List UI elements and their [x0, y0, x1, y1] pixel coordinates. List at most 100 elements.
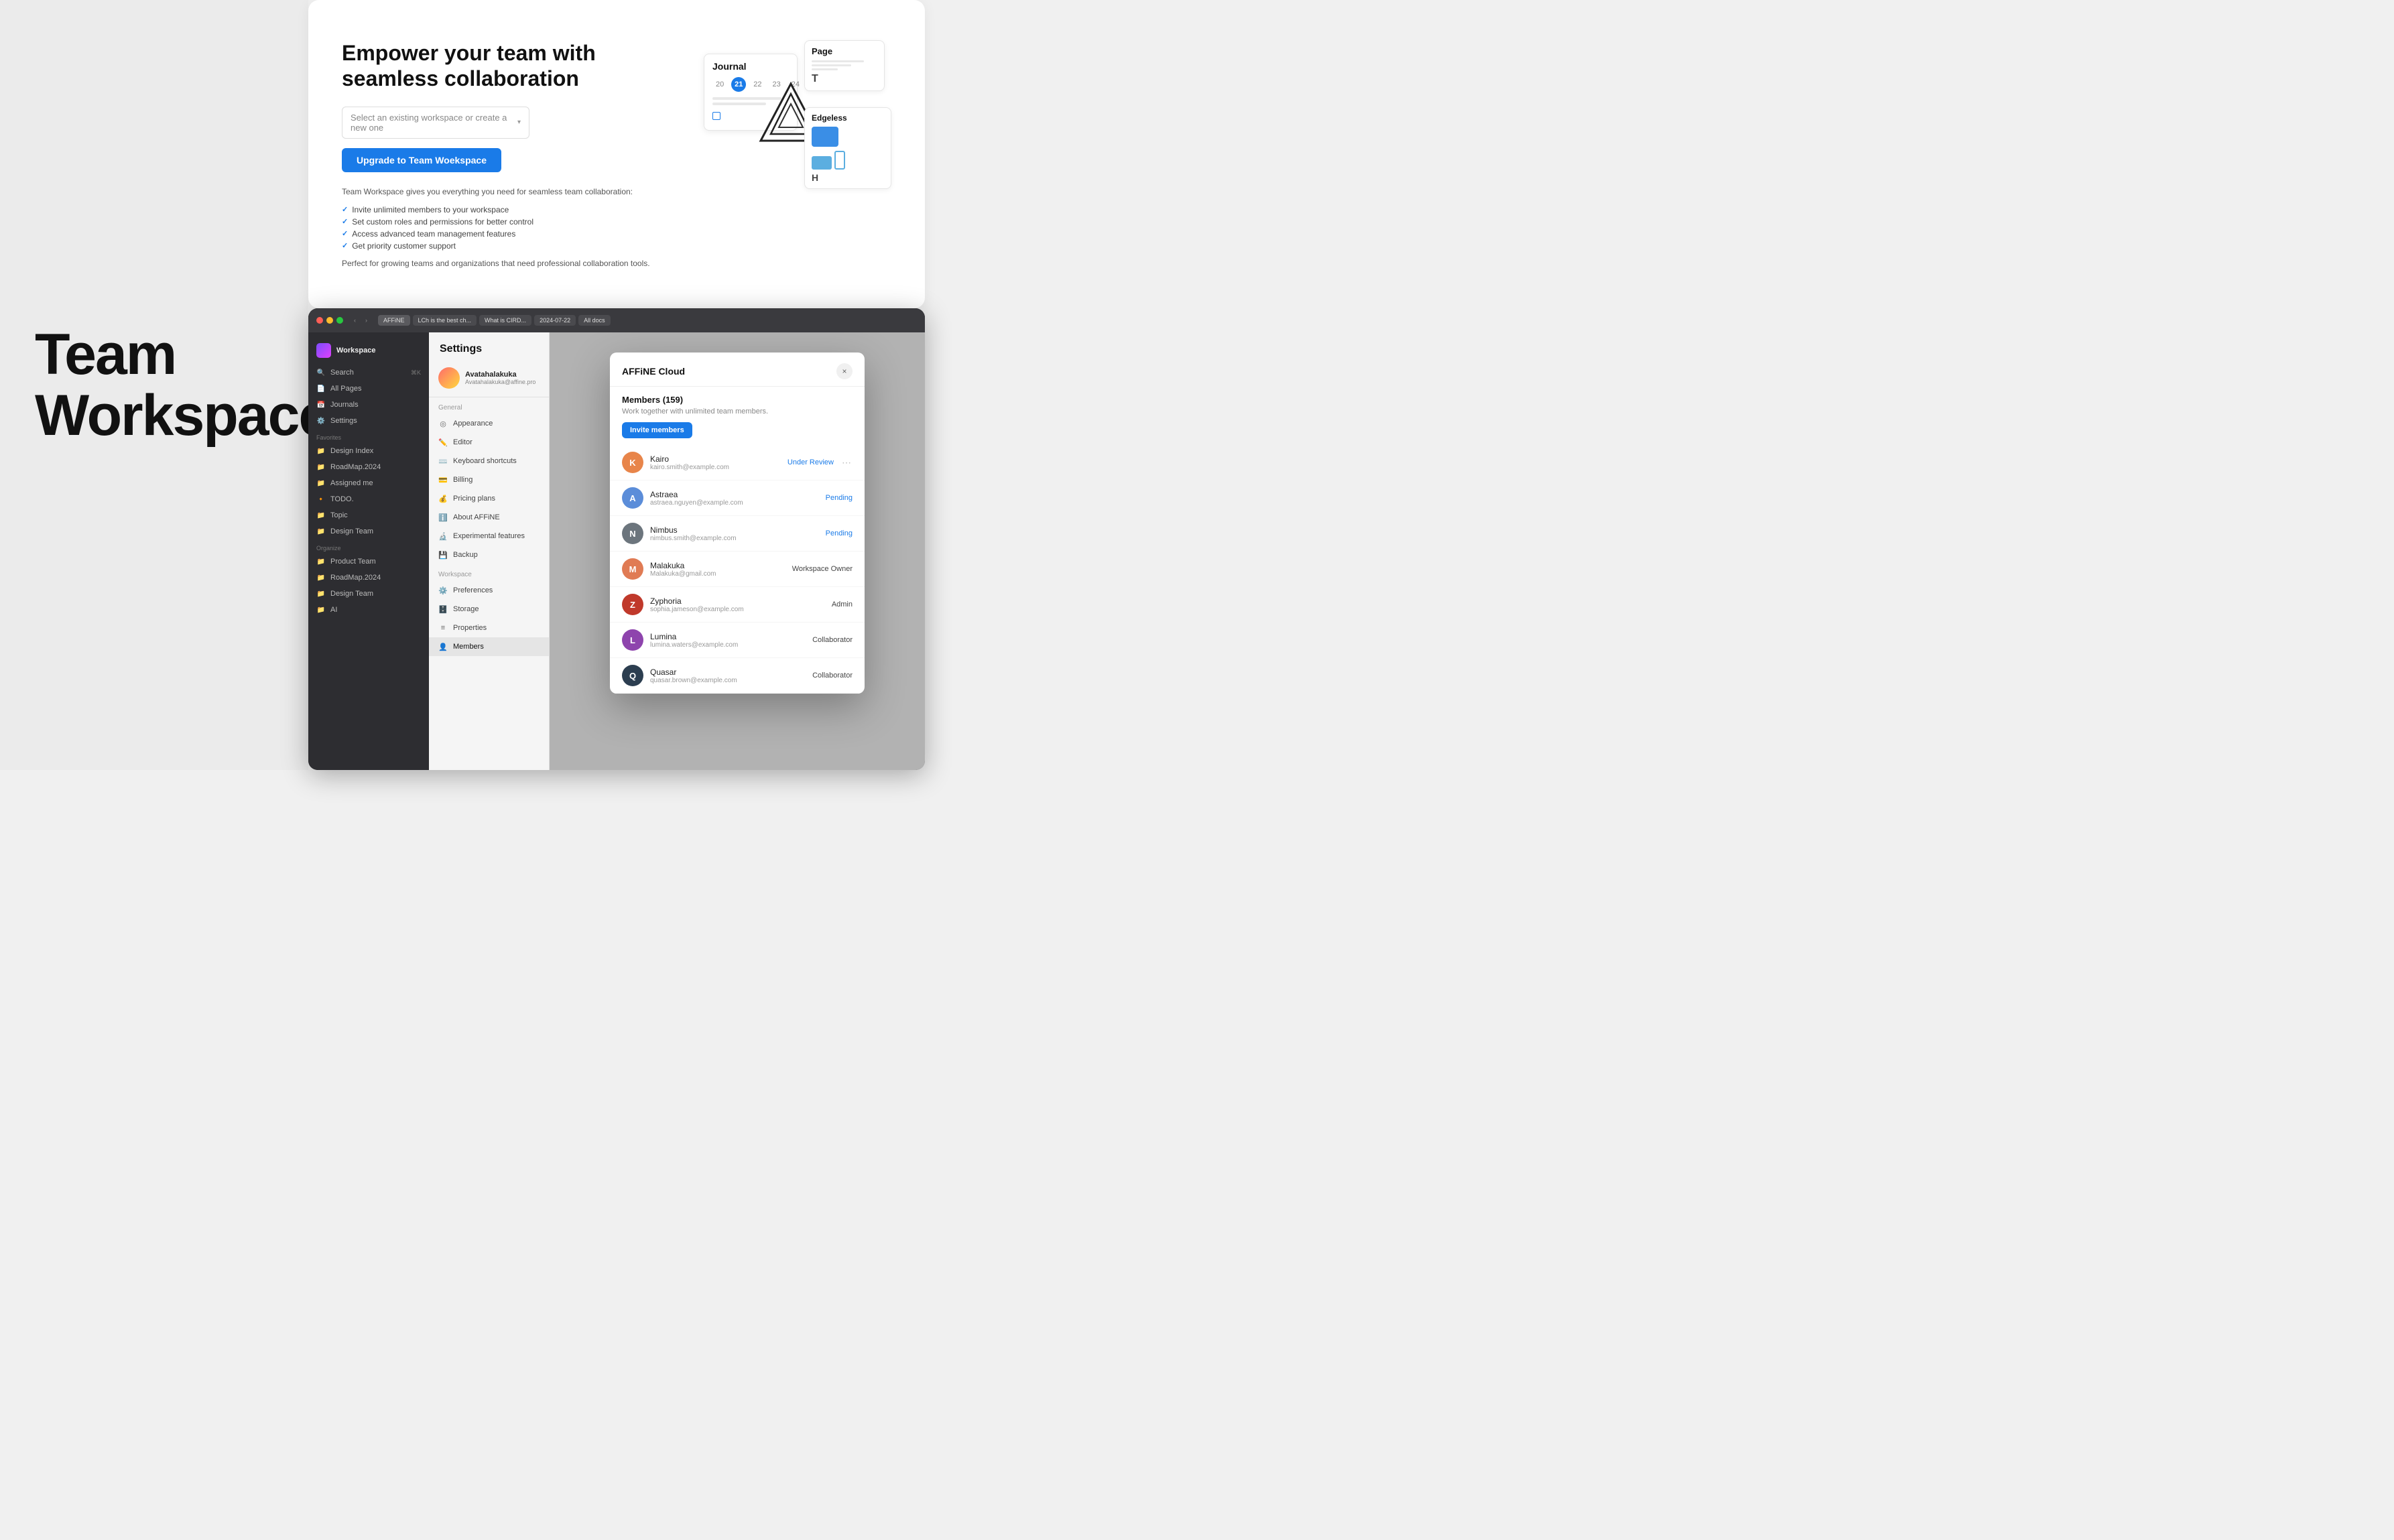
- page-deco-card: Page T: [804, 40, 885, 91]
- sidebar-item-design-team2[interactable]: 📁 Design Team: [308, 586, 429, 602]
- member-info: Zyphoria sophia.jameson@example.com: [650, 596, 825, 613]
- members-modal: AFFiNE Cloud × Members (159) Work togeth…: [610, 352, 865, 694]
- tab-lch[interactable]: LCh is the best ch...: [413, 315, 477, 326]
- member-name: Malakuka: [650, 561, 785, 570]
- settings-nav-pricing[interactable]: 💰 Pricing plans: [429, 489, 549, 508]
- sidebar-item-todo[interactable]: 🔸 TODO.: [308, 491, 429, 507]
- upgrade-button[interactable]: Upgrade to Team Woekspace: [342, 148, 501, 172]
- keyboard-icon: ⌨️: [438, 456, 448, 466]
- settings-nav-experimental[interactable]: 🔬 Experimental features: [429, 527, 549, 546]
- member-status: Collaborator: [812, 671, 853, 680]
- member-info: Quasar quasar.brown@example.com: [650, 667, 806, 684]
- forward-icon[interactable]: ›: [365, 317, 367, 324]
- settings-panel: Settings Avatahalakuka Avatahalakuka@aff…: [429, 332, 550, 770]
- sidebar-item-design-team[interactable]: 📁 Design Team: [308, 523, 429, 539]
- settings-nav-billing[interactable]: 💳 Billing: [429, 470, 549, 489]
- hero-section: Team Workspace: [0, 0, 308, 770]
- sidebar-item-ai[interactable]: 📁 AI: [308, 602, 429, 618]
- general-section-label: General: [429, 397, 549, 414]
- settings-nav-appearance[interactable]: ◎ Appearance: [429, 414, 549, 433]
- edgeless-deco-title: Edgeless: [812, 113, 884, 123]
- settings-nav-members[interactable]: 👤 Members: [429, 637, 549, 656]
- avatar: Q: [622, 665, 643, 686]
- folder-icon: 📁: [316, 462, 326, 472]
- sidebar-item-allpages[interactable]: 📄 All Pages: [308, 381, 429, 397]
- chevron-down-icon: ▾: [517, 119, 521, 126]
- settings-nav-preferences[interactable]: ⚙️ Preferences: [429, 581, 549, 600]
- modal-overlay[interactable]: AFFiNE Cloud × Members (159) Work togeth…: [550, 332, 925, 770]
- tab-date[interactable]: 2024-07-22: [534, 315, 576, 326]
- workspace-select[interactable]: Select an existing workspace or create a…: [342, 107, 529, 139]
- member-row-quasar: Q Quasar quasar.brown@example.com Collab…: [610, 658, 865, 694]
- members-icon: 👤: [438, 642, 448, 651]
- member-name: Astraea: [650, 490, 819, 499]
- member-status: Under Review: [788, 458, 834, 466]
- back-icon[interactable]: ‹: [354, 317, 356, 324]
- editor-icon: ✏️: [438, 438, 448, 447]
- preferences-icon: ⚙️: [438, 586, 448, 595]
- upgrade-heading: Empower your team with seamless collabor…: [342, 40, 677, 92]
- sidebar-item-journals[interactable]: 📅 Journals: [308, 397, 429, 413]
- upgrade-description: Team Workspace gives you everything you …: [342, 186, 677, 198]
- member-info: Nimbus nimbus.smith@example.com: [650, 525, 819, 542]
- settings-nav-keyboard[interactable]: ⌨️ Keyboard shortcuts: [429, 452, 549, 470]
- more-options-icon[interactable]: ⋯: [840, 457, 853, 468]
- tab-affine[interactable]: AFFiNE: [378, 315, 410, 326]
- member-status: Pending: [826, 529, 853, 537]
- modal-close-button[interactable]: ×: [836, 363, 853, 379]
- invite-members-button[interactable]: Invite members: [622, 422, 692, 438]
- feature-item: Get priority customer support: [342, 240, 677, 252]
- close-button-traffic[interactable]: [316, 317, 323, 324]
- billing-icon: 💳: [438, 475, 448, 485]
- settings-nav-about[interactable]: ℹ️ About AFFiNE: [429, 508, 549, 527]
- member-status: Pending: [826, 494, 853, 502]
- sidebar-item-topic[interactable]: 📁 Topic: [308, 507, 429, 523]
- member-email: quasar.brown@example.com: [650, 677, 806, 684]
- folder-icon: 📁: [316, 589, 326, 598]
- sidebar-item-assigned[interactable]: 📁 Assigned me: [308, 475, 429, 491]
- browser-chrome: ‹ › AFFiNE LCh is the best ch... What is…: [308, 308, 925, 332]
- member-status: Collaborator: [812, 636, 853, 644]
- member-name: Lumina: [650, 632, 806, 641]
- tab-alldocs[interactable]: All docs: [578, 315, 611, 326]
- member-row-zyphoria: Z Zyphoria sophia.jameson@example.com Ad…: [610, 587, 865, 623]
- settings-nav-backup[interactable]: 💾 Backup: [429, 546, 549, 564]
- sidebar-item-search[interactable]: 🔍 Search ⌘K: [308, 365, 429, 381]
- sidebar-item-settings[interactable]: ⚙️ Settings: [308, 413, 429, 429]
- sidebar-item-product-team[interactable]: 📁 Product Team: [308, 554, 429, 570]
- folder-icon: 📁: [316, 527, 326, 536]
- feature-item: Access advanced team management features: [342, 228, 677, 240]
- sidebar-item-roadmap2[interactable]: 📁 RoadMap.2024: [308, 570, 429, 586]
- settings-header: Settings: [429, 332, 549, 362]
- member-info: Astraea astraea.nguyen@example.com: [650, 490, 819, 507]
- sidebar-item-design-index[interactable]: 📁 Design Index: [308, 443, 429, 459]
- minimize-button-traffic[interactable]: [326, 317, 333, 324]
- screenshot-section: ‹ › AFFiNE LCh is the best ch... What is…: [308, 308, 925, 770]
- sidebar-workspace-name: Workspace: [336, 346, 376, 355]
- settings-nav-properties[interactable]: ≡ Properties: [429, 619, 549, 637]
- avatar: Z: [622, 594, 643, 615]
- member-info: Kairo kairo.smith@example.com: [650, 454, 781, 471]
- sidebar: Workspace 🔍 Search ⌘K 📄 All Pages 📅 Jour…: [308, 332, 429, 770]
- settings-email: Avatahalakuka@affine.pro: [465, 379, 536, 385]
- modal-header: AFFiNE Cloud ×: [610, 352, 865, 387]
- properties-icon: ≡: [438, 623, 448, 633]
- journals-icon: 📅: [316, 400, 326, 409]
- favorites-label: Favorites: [308, 429, 429, 443]
- tab-cird[interactable]: What is CIRD...: [479, 315, 531, 326]
- avatar: [438, 367, 460, 389]
- sidebar-workspace[interactable]: Workspace: [308, 339, 429, 362]
- feature-item: Set custom roles and permissions for bet…: [342, 216, 677, 228]
- settings-nav-storage[interactable]: 🗄️ Storage: [429, 600, 549, 619]
- member-row-astraea: A Astraea astraea.nguyen@example.com Pen…: [610, 480, 865, 516]
- settings-nav-editor[interactable]: ✏️ Editor: [429, 433, 549, 452]
- pages-icon: 📄: [316, 384, 326, 393]
- avatar: M: [622, 558, 643, 580]
- maximize-button-traffic[interactable]: [336, 317, 343, 324]
- member-info: Lumina lumina.waters@example.com: [650, 632, 806, 649]
- folder-icon: 📁: [316, 557, 326, 566]
- sidebar-item-roadmap[interactable]: 📁 RoadMap.2024: [308, 459, 429, 475]
- experimental-icon: 🔬: [438, 531, 448, 541]
- folder-icon: 📁: [316, 605, 326, 615]
- member-name: Zyphoria: [650, 596, 825, 606]
